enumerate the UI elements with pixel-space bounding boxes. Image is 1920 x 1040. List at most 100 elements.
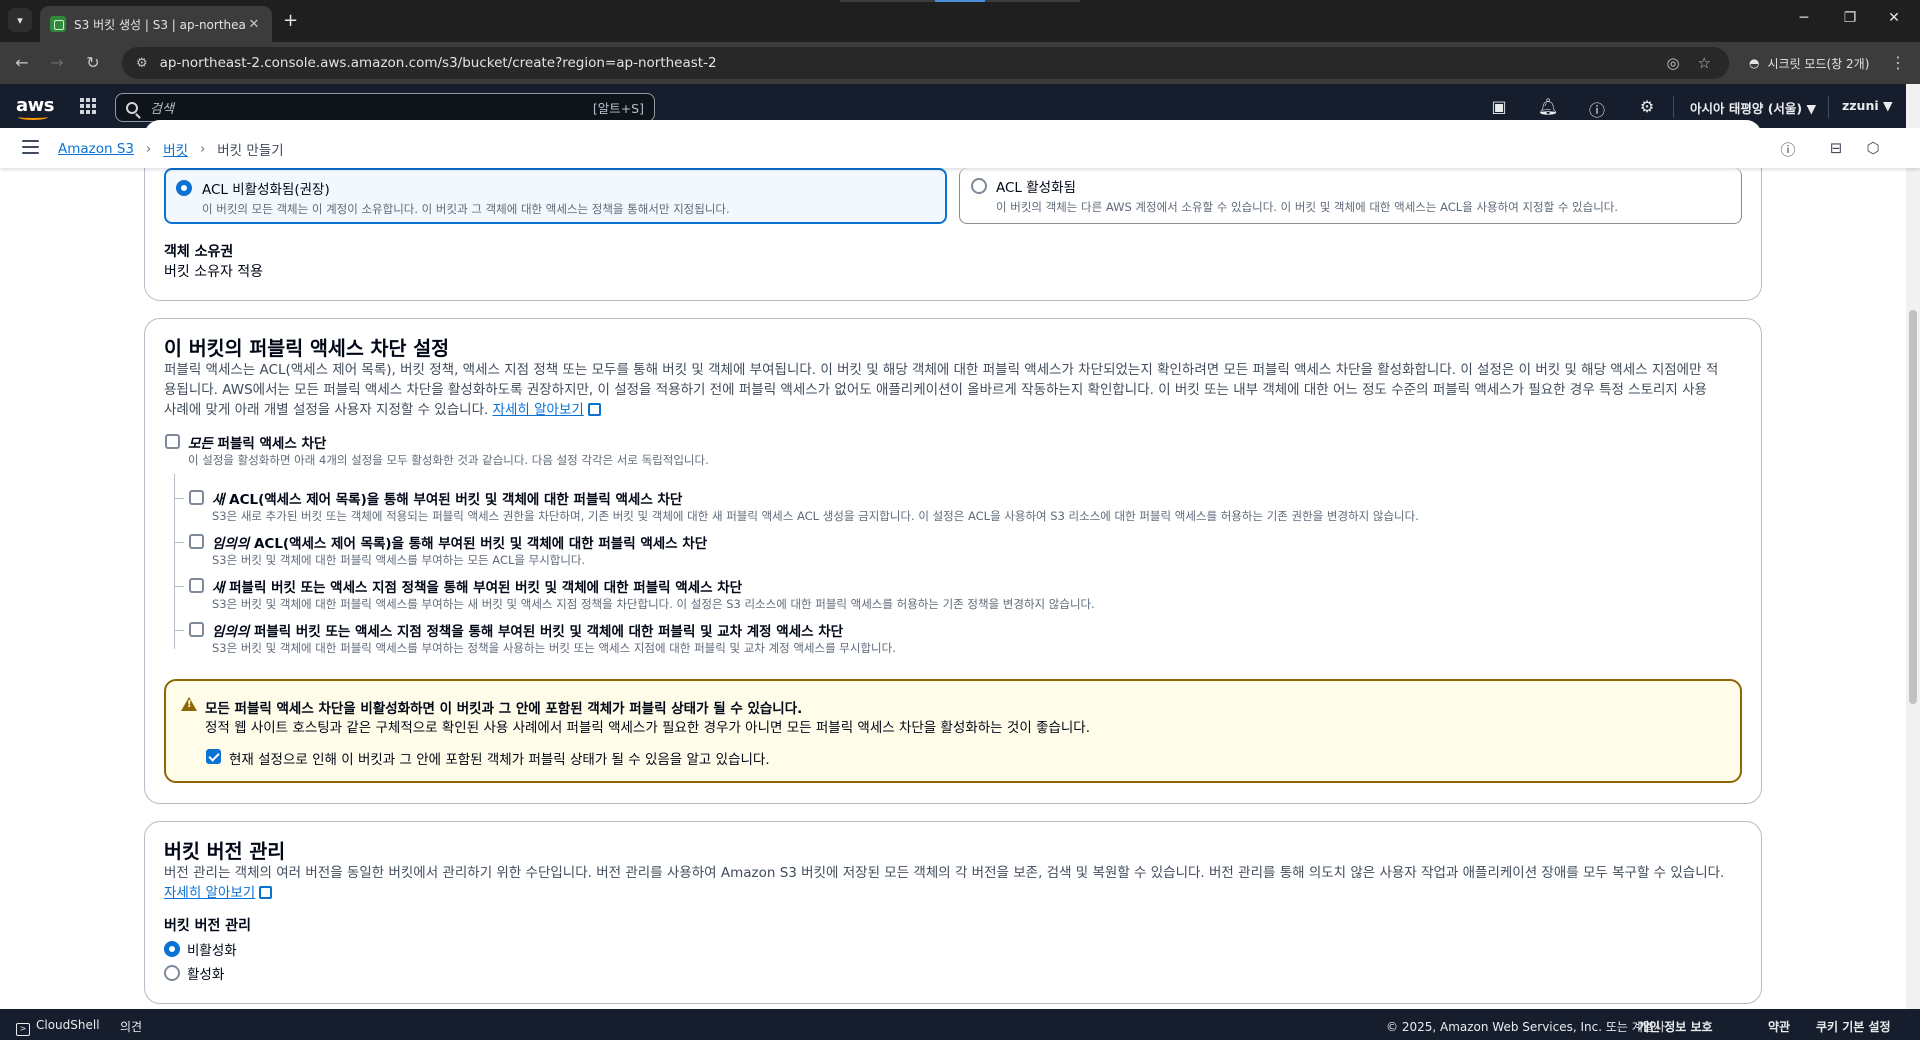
tree-line	[174, 498, 184, 499]
acl-disabled-desc: 이 버킷의 모든 객체는 이 계정이 소유합니다. 이 버킷과 그 객체에 대한…	[202, 202, 730, 216]
close-icon[interactable]: ✕	[246, 17, 262, 32]
privacy-link[interactable]: 개인 정보 보호	[1638, 1018, 1713, 1035]
tree-line	[174, 542, 184, 543]
block-any-policy-label: 임의의 퍼블릭 버킷 또는 액세스 지점 정책을 통해 부여된 버킷 및 객체에…	[212, 620, 843, 640]
object-ownership-label: 객체 소유권	[164, 244, 234, 260]
breadcrumb-buckets[interactable]: 버킷	[163, 139, 188, 159]
url-text: ap-northeast-2.console.aws.amazon.com/s3…	[159, 55, 717, 71]
object-ownership-value: 버킷 소유자 적용	[164, 264, 264, 280]
block-all-checkbox[interactable]	[165, 434, 180, 449]
radio-acl-enabled-input[interactable]	[971, 178, 987, 194]
radio-acl-disabled[interactable]: ACL 비활성화됨(권장) 이 버킷의 모든 객체는 이 계정이 소유합니다. …	[164, 168, 947, 224]
nav-divider	[1828, 96, 1829, 118]
tab-title: S3 버킷 생성 | S3 | ap-northeast-2	[74, 17, 246, 32]
notifications-panel-icon[interactable]: ⬡	[1864, 139, 1882, 157]
console-footer: > CloudShell 의견 © 2025, Amazon Web Servic…	[0, 1009, 1920, 1040]
block-new-acl-checkbox[interactable]	[189, 490, 204, 505]
split-panel-icon[interactable]: ⊟	[1827, 139, 1845, 157]
scrollbar-thumb[interactable]	[1909, 310, 1917, 704]
account-menu[interactable]: zzuni ▼	[1842, 98, 1893, 113]
terminal-icon: >	[16, 1023, 30, 1036]
browser-menu-icon[interactable]: ⋮	[1890, 53, 1906, 72]
block-all-label: 모든 퍼블릭 액세스 차단	[188, 432, 326, 452]
public-access-desc-line: 퍼블릭 액세스는 ACL(액세스 제어 목록), 버킷 정책, 액세스 지점 정…	[164, 362, 1719, 378]
block-new-acl-desc: S3은 새로 추가된 버킷 또는 객체에 적용되는 퍼블릭 액세스 권한을 차단…	[212, 509, 1419, 523]
block-any-policy-desc: S3은 버킷 및 객체에 대한 퍼블릭 액세스를 부여하는 정책을 사용하는 버…	[212, 641, 896, 655]
search-shortcut: [알트+S]	[592, 101, 644, 116]
incognito-label: 시크릿 모드(창 2개)	[1767, 56, 1870, 71]
cloudshell-icon[interactable]: ▣	[1488, 97, 1510, 117]
option-rest: 퍼블릭 버킷 또는 액세스 지점 정책을 통해 부여된 버킷 및 객체에 대한 …	[224, 580, 743, 596]
menu-icon[interactable]	[22, 140, 39, 154]
tab-search-button[interactable]: ▾	[8, 8, 32, 32]
block-all-rest: 퍼블릭 액세스 차단	[212, 436, 327, 452]
option-em: 임의의	[212, 536, 250, 552]
terms-link[interactable]: 약관	[1768, 1018, 1790, 1035]
cloudshell-footer-button[interactable]: > CloudShell	[16, 1018, 100, 1036]
versioning-disable-radio[interactable]	[164, 941, 180, 957]
browser-tab[interactable]: S3 버킷 생성 | S3 | ap-northeast-2 ✕	[40, 6, 272, 42]
versioning-enable-radio[interactable]	[164, 965, 180, 981]
option-rest: ACL(액세스 제어 목록)을 통해 부여된 버킷 및 객체에 대한 퍼블릭 액…	[249, 536, 708, 552]
info-icon[interactable]: ⓘ	[1779, 139, 1797, 159]
aws-logo-smile-icon	[18, 114, 48, 120]
versioning-heading: 버킷 버전 관리	[164, 840, 286, 863]
versioning-learn-more-link[interactable]: 자세히 알아보기	[164, 885, 255, 901]
public-access-desc-text: 사례에 맞게 아래 개별 설정을 사용자 지정할 수 있습니다.	[164, 402, 489, 418]
reload-icon[interactable]: ↻	[83, 53, 103, 72]
eye-off-icon[interactable]: ◎	[1666, 54, 1679, 72]
chevron-right-icon: ›	[146, 141, 152, 157]
block-any-policy-checkbox[interactable]	[189, 622, 204, 637]
site-info-icon[interactable]: ⚙	[136, 56, 148, 71]
block-all-desc: 이 설정을 활성화하면 아래 4개의 설정을 모두 활성화한 것과 같습니다. …	[188, 453, 709, 467]
versioning-field-label: 버킷 버전 관리	[164, 918, 252, 934]
versioning-enable-label: 활성화	[187, 967, 225, 983]
block-new-acl-label: 새 ACL(액세스 제어 목록)을 통해 부여된 버킷 및 객체에 대한 퍼블릭…	[212, 488, 682, 508]
aws-logo[interactable]: aws	[16, 95, 55, 116]
forward-icon[interactable]: →	[47, 53, 67, 72]
gear-icon[interactable]: ⚙	[1636, 97, 1658, 117]
external-link-icon	[259, 886, 273, 899]
option-em: 새	[212, 492, 225, 508]
new-tab-icon[interactable]: +	[283, 10, 298, 31]
radio-acl-disabled-input[interactable]	[176, 180, 192, 196]
block-new-policy-desc: S3은 버킷 및 객체에 대한 퍼블릭 액세스를 부여하는 새 버킷 및 액세스…	[212, 597, 1095, 611]
window-close-icon[interactable]: ✕	[1884, 10, 1904, 26]
acl-disabled-title: ACL 비활성화됨(권장)	[202, 182, 330, 198]
block-any-acl-checkbox[interactable]	[189, 534, 204, 549]
feedback-link[interactable]: 의견	[120, 1018, 142, 1035]
services-grid-icon[interactable]	[80, 98, 96, 114]
help-icon[interactable]: ⓘ	[1586, 97, 1608, 120]
bookmark-star-icon[interactable]: ☆	[1698, 54, 1711, 72]
breadcrumb-bar	[0, 128, 1920, 168]
block-new-policy-checkbox[interactable]	[189, 578, 204, 593]
option-em: 임의의	[212, 624, 250, 640]
versioning-learn-more-row: 자세히 알아보기	[164, 883, 1744, 903]
breadcrumb-amazon-s3[interactable]: Amazon S3	[58, 141, 134, 157]
address-bar[interactable]: ⚙ ap-northeast-2.console.aws.amazon.com/…	[122, 47, 1729, 79]
minimize-icon[interactable]: ─	[1794, 10, 1814, 26]
tab-strip-indicator-active	[935, 0, 985, 2]
acknowledge-checkbox[interactable]	[206, 749, 221, 764]
cloudshell-label: CloudShell	[36, 1018, 100, 1032]
bell-icon[interactable]: 🔔︎	[1537, 97, 1559, 117]
search-input[interactable]: 검색 [알트+S]	[115, 93, 655, 122]
nav-divider	[1673, 96, 1674, 118]
restore-icon[interactable]: ❐	[1840, 10, 1860, 26]
back-icon[interactable]: ←	[12, 53, 32, 72]
acl-enabled-title: ACL 활성화됨	[996, 180, 1076, 196]
search-icon	[126, 101, 138, 114]
versioning-description: 버전 관리는 객체의 여러 버전을 동일한 버킷에서 관리하기 위한 수단입니다…	[164, 863, 1744, 903]
breadcrumb-current: 버킷 만들기	[217, 143, 284, 159]
chevron-right-icon: ›	[200, 141, 206, 157]
option-rest: ACL(액세스 제어 목록)을 통해 부여된 버킷 및 객체에 대한 퍼블릭 액…	[224, 492, 683, 508]
public-access-description: 퍼블릭 액세스는 ACL(액세스 제어 목록), 버킷 정책, 액세스 지점 정…	[164, 360, 1744, 420]
radio-acl-enabled[interactable]: ACL 활성화됨 이 버킷의 객체는 다른 AWS 계정에서 소유할 수 있습니…	[959, 168, 1742, 224]
learn-more-link[interactable]: 자세히 알아보기	[493, 402, 584, 418]
tree-line	[174, 474, 175, 649]
option-em: 새	[212, 580, 225, 596]
region-selector[interactable]: 아시아 태평양 (서울) ▼	[1690, 98, 1816, 117]
cookie-preferences-link[interactable]: 쿠키 기본 설정	[1816, 1018, 1891, 1035]
external-link-icon	[587, 403, 601, 416]
incognito-indicator[interactable]: ◓ 시크릿 모드(창 2개)	[1737, 48, 1882, 78]
